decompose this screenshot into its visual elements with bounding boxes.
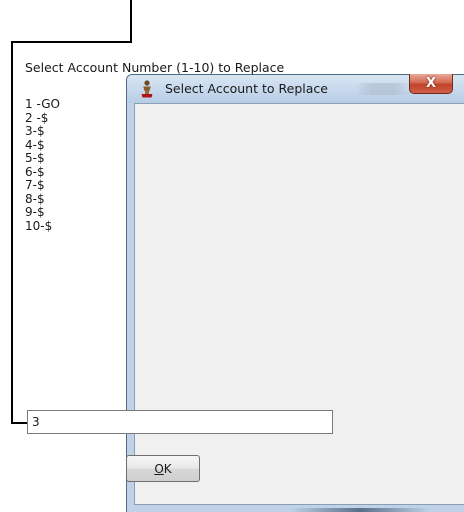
- title-bar[interactable]: Select Account to Replace X: [127, 74, 464, 103]
- account-number-input[interactable]: [27, 410, 333, 434]
- account-item: 6-$: [25, 164, 45, 179]
- title-bar-blur: [355, 83, 411, 95]
- prompt-label: Select Account Number (1-10) to Replace: [25, 60, 285, 75]
- window-bottom-shadow: [290, 508, 430, 512]
- account-item: 2 -$: [25, 110, 49, 125]
- account-item: 8-$: [25, 191, 45, 206]
- account-item: 9-$: [25, 205, 45, 219]
- close-button[interactable]: X: [409, 74, 453, 94]
- ok-mnemonic: O: [154, 461, 164, 476]
- account-list: 1 -GO 2 -$ 3-$ 4-$ 5-$ 6-$ 7-$ 8-$ 9-$ 1…: [25, 97, 60, 233]
- window-title: Select Account to Replace: [165, 81, 328, 96]
- ok-button[interactable]: OK: [126, 455, 200, 482]
- account-item: 3-$: [25, 124, 45, 138]
- account-item: 4-$: [25, 137, 45, 152]
- account-item: 5-$: [25, 151, 45, 165]
- account-item: 10-$: [25, 218, 53, 233]
- dialog-client-area: [134, 103, 464, 505]
- account-item: 7-$: [25, 178, 45, 192]
- app-icon: [141, 80, 153, 98]
- ok-label-rest: K: [163, 461, 172, 476]
- dialog-window: Select Account to Replace X: [126, 74, 464, 512]
- account-item: 1 -GO: [25, 97, 60, 111]
